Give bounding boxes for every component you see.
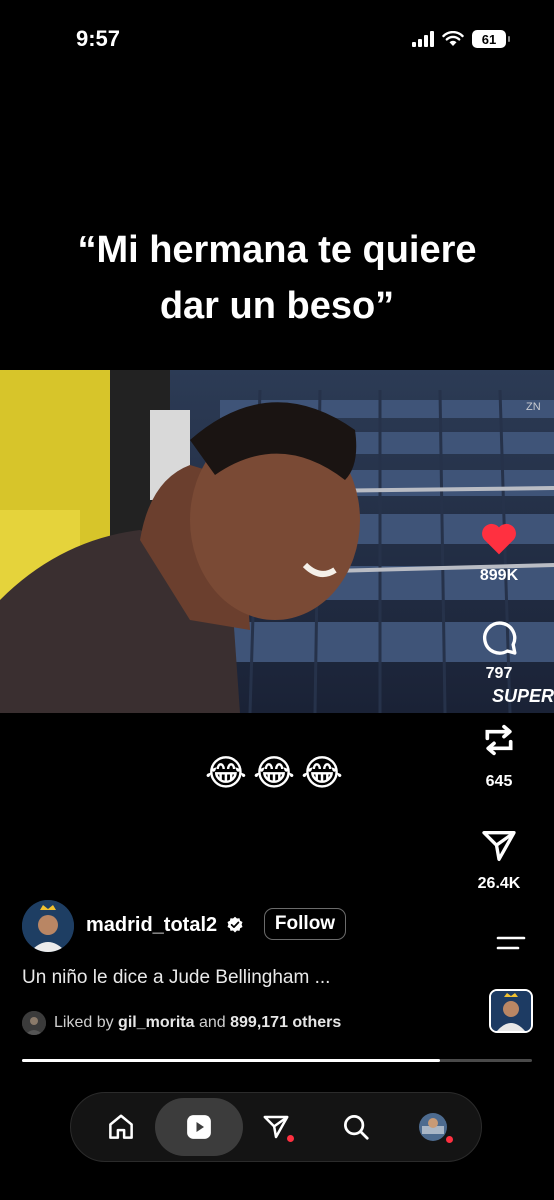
nav-search[interactable]	[321, 1093, 391, 1161]
follow-button[interactable]: Follow	[264, 908, 346, 940]
search-icon[interactable]	[341, 1112, 371, 1142]
comment-action[interactable]: 797	[444, 618, 554, 683]
overlay-caption: “Mi hermana te quiere dar un beso”	[0, 222, 554, 334]
bottom-navigation	[70, 1092, 482, 1162]
comment-count: 797	[485, 665, 513, 682]
nav-messages[interactable]	[241, 1093, 311, 1161]
profile-notification-dot	[446, 1136, 453, 1143]
wifi-icon	[442, 31, 464, 46]
liked-by-row[interactable]: Liked by gil_morita and 899,171 others	[22, 1011, 341, 1035]
repost-count: 645	[485, 773, 513, 790]
liked-by-user[interactable]: gil_morita	[118, 1014, 194, 1031]
share-count: 26.4K	[477, 875, 521, 892]
repost-icon[interactable]	[479, 718, 519, 762]
liked-by-others[interactable]: 899,171 others	[230, 1014, 341, 1031]
video-progress-fill	[22, 1059, 441, 1062]
send-icon[interactable]	[479, 826, 519, 866]
video-logo: SUPER	[492, 686, 554, 706]
video-progress-bar[interactable]	[22, 1059, 532, 1062]
overlay-line-1: “Mi hermana te quiere	[77, 229, 477, 271]
liked-by-and: and	[198, 1014, 226, 1031]
account-avatar[interactable]	[22, 900, 74, 952]
home-icon[interactable]	[106, 1112, 136, 1142]
comment-icon[interactable]	[479, 618, 519, 658]
account-username[interactable]: madrid_total2	[86, 914, 217, 937]
video-watermark: ZN	[526, 401, 541, 413]
share-action[interactable]: 26.4K	[444, 826, 554, 893]
nav-reels[interactable]	[155, 1098, 243, 1156]
more-menu-icon[interactable]	[496, 934, 526, 954]
nav-home[interactable]	[86, 1093, 156, 1161]
messages-notification-dot	[287, 1135, 294, 1142]
battery-indicator: 61	[472, 30, 510, 48]
reels-icon[interactable]	[184, 1112, 214, 1142]
cellular-signal-icon	[412, 31, 434, 47]
nav-profile[interactable]	[398, 1093, 468, 1161]
like-count: 899K	[479, 567, 519, 584]
audio-thumbnail[interactable]	[489, 989, 533, 1033]
verified-badge-icon	[227, 916, 243, 933]
status-icons: 61	[412, 30, 510, 48]
repost-action[interactable]: 645	[444, 718, 554, 791]
heart-icon[interactable]	[479, 520, 519, 556]
status-time: 9:57	[76, 26, 121, 51]
post-caption[interactable]: Un niño le dice a Jude Bellingham ...	[22, 967, 330, 989]
account-avatar-image	[22, 900, 74, 952]
profile-avatar[interactable]	[418, 1112, 448, 1142]
audio-thumbnail-image	[491, 991, 531, 1031]
overlay-line-2: dar un beso”	[159, 285, 395, 327]
liker-avatar	[22, 1011, 46, 1035]
liked-by-prefix: Liked by	[54, 1014, 114, 1031]
like-action[interactable]: 899K	[444, 520, 554, 585]
